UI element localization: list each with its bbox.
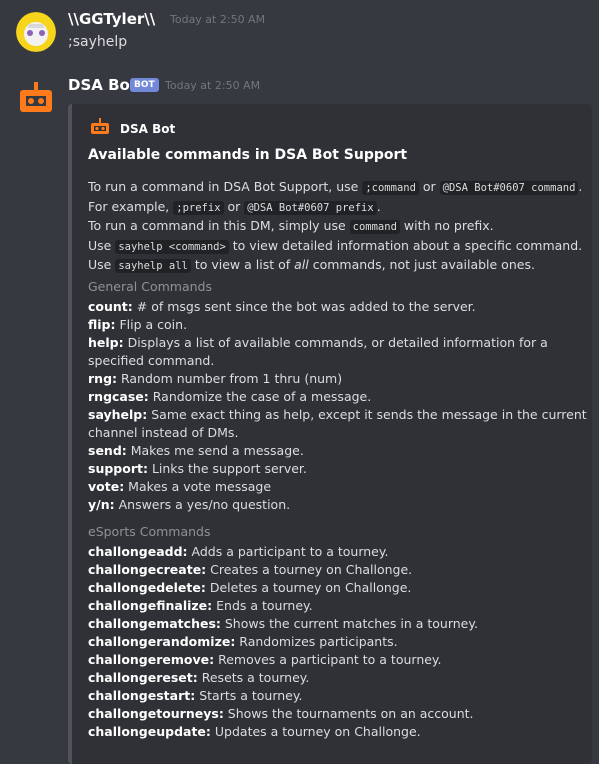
command-item: y/n: Answers a yes/no question.	[88, 496, 588, 514]
esports-commands-list: challongeadd: Adds a participant to a to…	[88, 543, 588, 741]
command-item: vote: Makes a vote message	[88, 478, 588, 496]
command-description: Same exact thing as help, except it send…	[88, 407, 587, 440]
command-description: Randomize the case of a message.	[148, 389, 372, 404]
desc-line: To run a command in DSA Bot Support, use…	[88, 179, 583, 195]
embed-title: Available commands in DSA Bot Support	[88, 147, 408, 163]
command-name: challongedelete:	[88, 580, 206, 595]
command-name: challongetourneys:	[88, 706, 224, 721]
bot-avatar[interactable]	[16, 78, 56, 118]
command-description: Answers a yes/no question.	[114, 497, 291, 512]
bot-timestamp: Today at 2:50 AM	[165, 79, 261, 92]
robot-icon	[90, 117, 110, 137]
command-name: challongeremove:	[88, 652, 215, 667]
command-item: challongerandomize: Randomizes participa…	[88, 633, 588, 651]
command-description: Starts a tourney.	[195, 688, 303, 703]
command-description: Makes me send a message.	[126, 443, 304, 458]
command-name: challongematches:	[88, 616, 221, 631]
general-commands-list: count: # of msgs sent since the bot was …	[88, 298, 588, 514]
command-item: support: Links the support server.	[88, 460, 588, 478]
inline-code: command	[349, 220, 400, 234]
message-author[interactable]: \\GGTyler\\	[68, 10, 155, 28]
command-name: challongestart:	[88, 688, 196, 703]
command-name: count:	[88, 299, 133, 314]
message-timestamp: Today at 2:50 AM	[170, 13, 266, 26]
command-description: Shows the tournaments on an account.	[223, 706, 474, 721]
command-description: Creates a tourney on Challonge.	[206, 562, 413, 577]
command-name: vote:	[88, 479, 125, 494]
command-name: challongereset:	[88, 670, 198, 685]
command-item: challongedelete: Deletes a tourney on Ch…	[88, 579, 588, 597]
command-name: support:	[88, 461, 148, 476]
command-item: count: # of msgs sent since the bot was …	[88, 298, 588, 316]
command-description: Adds a participant to a tourney.	[187, 544, 389, 559]
command-name: rng:	[88, 371, 118, 386]
command-name: y/n:	[88, 497, 115, 512]
help-embed: DSA Bot Available commands in DSA Bot Su…	[68, 104, 592, 764]
command-item: challongestart: Starts a tourney.	[88, 687, 588, 705]
command-name: challongeadd:	[88, 544, 188, 559]
command-name: challongecreate:	[88, 562, 207, 577]
bot-tag: BOT	[130, 78, 159, 92]
command-name: challongeupdate:	[88, 724, 211, 739]
command-item: challongecreate: Creates a tourney on Ch…	[88, 561, 588, 579]
embed-description: To run a command in DSA Bot Support, use…	[88, 178, 592, 276]
command-description: Shows the current matches in a tourney.	[220, 616, 478, 631]
command-name: challongerandomize:	[88, 634, 236, 649]
command-item: challongeremove: Removes a participant t…	[88, 651, 588, 669]
inline-code: sayhelp <command>	[115, 239, 229, 254]
command-description: Links the support server.	[147, 461, 307, 476]
embed-author: DSA Bot	[120, 122, 176, 136]
command-description: Displays a list of available commands, o…	[88, 335, 548, 368]
command-item: sayhelp: Same exact thing as help, excep…	[88, 406, 588, 442]
command-description: Random number from 1 thru (num)	[117, 371, 343, 386]
command-item: flip: Flip a coin.	[88, 316, 588, 334]
desc-line: To run a command in this DM, simply use …	[88, 218, 494, 234]
inline-code: sayhelp all	[115, 259, 191, 273]
inline-code: @DSA Bot#0607 command	[439, 181, 579, 195]
command-item: challongeupdate: Updates a tourney on Ch…	[88, 723, 588, 741]
command-description: Deletes a tourney on Challonge.	[205, 580, 412, 595]
general-commands-heading: General Commands	[88, 279, 212, 294]
command-description: Ends a tourney.	[212, 598, 313, 613]
command-item: challongefinalize: Ends a tourney.	[88, 597, 588, 615]
command-name: challongefinalize:	[88, 598, 213, 613]
esports-commands-heading: eSports Commands	[88, 524, 211, 539]
command-item: send: Makes me send a message.	[88, 442, 588, 460]
command-item: challongereset: Resets a tourney.	[88, 669, 588, 687]
command-description: Flip a coin.	[115, 317, 188, 332]
command-item: rng: Random number from 1 thru (num)	[88, 370, 588, 388]
command-name: help:	[88, 335, 124, 350]
desc-line: For example, ;prefix or @DSA Bot#0607 pr…	[88, 198, 381, 215]
command-name: sayhelp:	[88, 407, 148, 422]
inline-code: ;command	[362, 181, 419, 195]
command-description: Randomizes participants.	[235, 634, 398, 649]
command-item: rngcase: Randomize the case of a message…	[88, 388, 588, 406]
bot-author[interactable]: DSA Bot	[68, 76, 137, 94]
robot-icon	[20, 82, 52, 112]
user-avatar[interactable]	[16, 12, 56, 52]
command-name: send:	[88, 443, 127, 458]
command-name: rngcase:	[88, 389, 149, 404]
command-item: challongetourneys: Shows the tournaments…	[88, 705, 588, 723]
inline-code: @DSA Bot#0607 prefix	[244, 200, 377, 215]
inline-code: ;prefix	[173, 200, 224, 215]
command-item: help: Displays a list of available comma…	[88, 334, 588, 370]
command-description: Resets a tourney.	[197, 670, 310, 685]
desc-line: Use sayhelp all to view a list of all co…	[88, 257, 535, 273]
command-description: Updates a tourney on Challonge.	[210, 724, 421, 739]
user-avatar-icon	[16, 12, 56, 52]
desc-line: Use sayhelp <command> to view detailed i…	[88, 237, 583, 254]
command-description: Removes a participant to a tourney.	[214, 652, 442, 667]
command-name: flip:	[88, 317, 116, 332]
command-description: # of msgs sent since the bot was added t…	[132, 299, 476, 314]
command-item: challongeadd: Adds a participant to a to…	[88, 543, 588, 561]
command-description: Makes a vote message	[124, 479, 272, 494]
message-text: ;sayhelp	[68, 34, 128, 50]
command-item: challongematches: Shows the current matc…	[88, 615, 588, 633]
